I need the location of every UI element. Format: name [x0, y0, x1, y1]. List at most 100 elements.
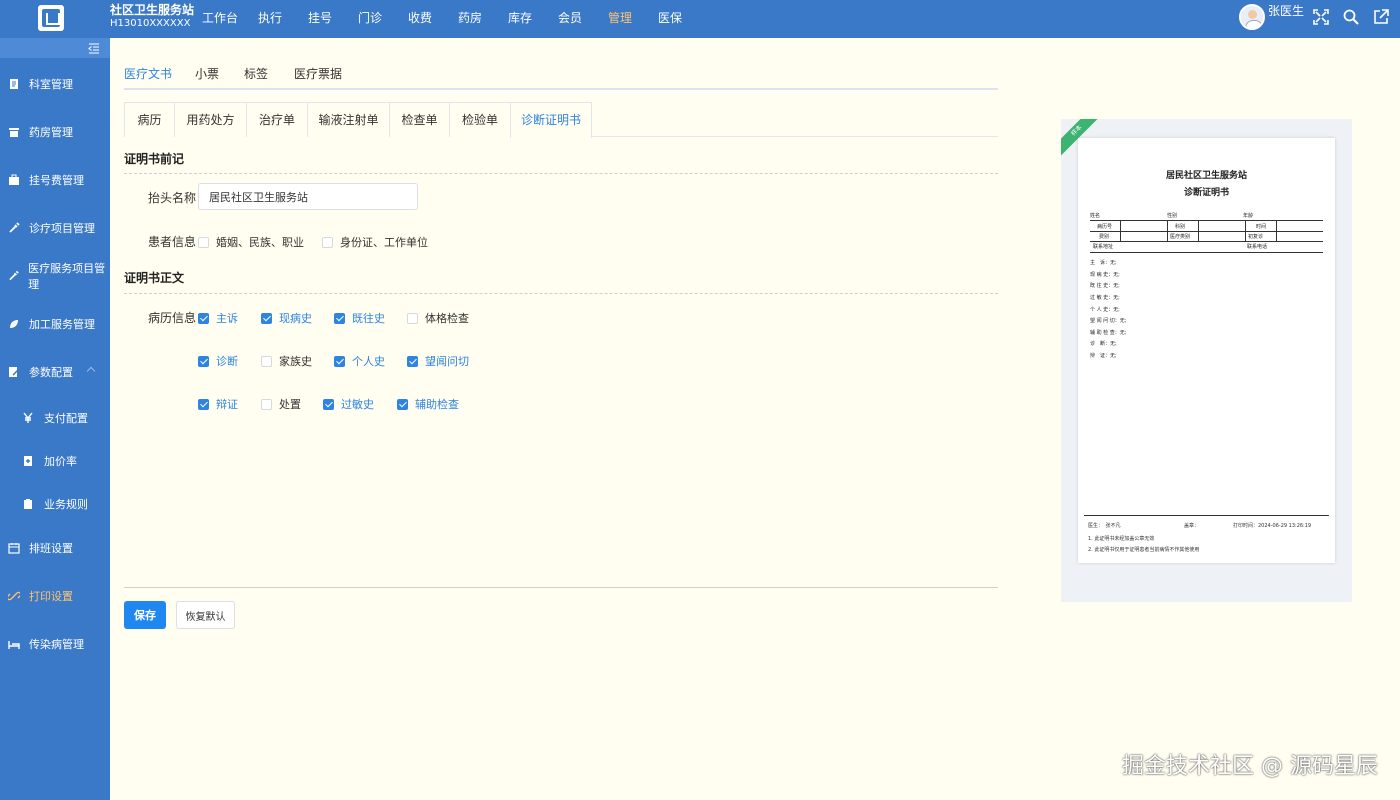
tab-medical-record[interactable]: 病历 — [124, 102, 175, 137]
tab-infusion-sheet[interactable]: 输液注射单 — [307, 102, 390, 137]
org-info: 社区卫生服务站 H13010XXXXXX — [110, 4, 194, 30]
checkbox-personal-history[interactable]: 个人史 — [334, 353, 385, 369]
main-tabs: 医疗文书 小票 标签 医疗票据 — [124, 62, 998, 90]
save-button[interactable]: 保存 — [124, 601, 166, 629]
sidebar-item-department[interactable]: 科室管理 — [0, 74, 110, 94]
sidebar-item-label: 诊疗项目管理 — [29, 222, 95, 235]
sidebar-collapse-toggle[interactable] — [0, 38, 110, 58]
cell-phone: 联系电话 — [1247, 244, 1268, 250]
checkbox-present-illness[interactable]: 现病史 — [261, 310, 312, 326]
nav-item-registration[interactable]: 挂号 — [295, 0, 345, 38]
sidebar-item-label: 挂号费管理 — [29, 174, 84, 187]
sidebar-item-markup-rate[interactable]: 加价率 — [0, 451, 110, 471]
nav-item-charge[interactable]: 收费 — [395, 0, 445, 38]
nav-item-inventory[interactable]: 库存 — [495, 0, 545, 38]
search-icon[interactable] — [1342, 8, 1360, 26]
tab-diagnosis-certificate[interactable]: 诊断证明书 — [510, 102, 592, 138]
nav-item-member[interactable]: 会员 — [545, 0, 595, 38]
header-name-input[interactable] — [198, 183, 418, 210]
checkbox-past-history[interactable]: 既往史 — [334, 310, 385, 326]
field-line: 辩 证：无; — [1090, 353, 1117, 359]
user-name: 张医生 — [1267, 4, 1304, 18]
field-line: 诊 断：无; — [1090, 341, 1117, 347]
cell-visit: 初复诊 — [1248, 234, 1264, 240]
leaf-icon — [10, 320, 18, 328]
restore-default-button[interactable]: 恢复默认 — [176, 601, 235, 629]
sidebar-item-infectious-disease[interactable]: 传染病管理 — [0, 634, 110, 654]
print-time: 打印时间：2024-06-29 13:26:19 — [1233, 523, 1312, 529]
wallet-icon — [9, 174, 19, 185]
sidebar-item-label: 药房管理 — [29, 126, 73, 139]
note-line: 2. 此证明书仅用于证明患者当前病情不作其他使用 — [1088, 547, 1200, 553]
section-title-body: 证明书正文 — [124, 271, 185, 285]
checkbox-label: 个人史 — [352, 355, 385, 368]
sidebar-item-label: 加工服务管理 — [29, 318, 95, 331]
nav-item-pharmacy[interactable]: 药房 — [445, 0, 495, 38]
app-logo[interactable] — [38, 5, 64, 31]
sidebar-item-label: 参数配置 — [29, 366, 73, 379]
tab-exam-sheet[interactable]: 检查单 — [389, 102, 450, 137]
cell-record-no: 病历号 — [1097, 224, 1113, 230]
nav-item-workbench[interactable]: 工作台 — [195, 0, 245, 38]
sidebar-item-business-rules[interactable]: 业务规则 — [0, 494, 110, 514]
tab-label[interactable]: 标签 — [244, 65, 268, 82]
nav-item-execute[interactable]: 执行 — [245, 0, 295, 38]
checkbox-label: 处置 — [279, 398, 301, 411]
field-line: 既 往 史：无; — [1090, 283, 1120, 289]
org-code: H13010XXXXXX — [110, 18, 191, 29]
tab-medical-documents[interactable]: 医疗文书 — [124, 65, 172, 82]
checkbox-physical-exam[interactable]: 体格检查 — [407, 310, 469, 326]
tab-receipt[interactable]: 小票 — [195, 65, 219, 82]
top-bar: 社区卫生服务站 H13010XXXXXX 工作台 执行 挂号 门诊 收费 药房 … — [0, 0, 1400, 38]
sidebar-item-treatment-items[interactable]: 诊疗项目管理 — [0, 218, 110, 238]
tab-treatment-sheet[interactable]: 治疗单 — [246, 102, 308, 137]
sidebar-item-label: 业务规则 — [44, 498, 88, 511]
sidebar-item-registration-fee[interactable]: 挂号费管理 — [0, 170, 110, 190]
checkbox-box — [407, 312, 418, 324]
checkbox-box — [323, 398, 334, 410]
checkbox-box — [397, 398, 408, 410]
checkbox-syndrome-differentiation[interactable]: 辩证 — [198, 396, 238, 412]
seal-label: 盖章： — [1184, 523, 1200, 529]
link-icon — [8, 591, 20, 601]
checkbox-disposal[interactable]: 处置 — [261, 396, 301, 412]
checkbox-auxiliary-exam[interactable]: 辅助检查 — [397, 396, 459, 412]
tab-lab-sheet[interactable]: 检验单 — [449, 102, 511, 137]
paper-footer-divider — [1084, 515, 1329, 516]
sidebar-item-scheduling[interactable]: 排班设置 — [0, 538, 110, 558]
checkbox-allergy-history[interactable]: 过敏史 — [323, 396, 374, 412]
checkbox-label: 婚姻、民族、职业 — [216, 236, 304, 249]
external-link-icon[interactable] — [1372, 8, 1390, 26]
paper-doc-title: 诊断证明书 — [1183, 188, 1229, 198]
checkbox-box — [407, 355, 418, 367]
sidebar-item-processing-service[interactable]: 加工服务管理 — [0, 314, 110, 334]
tab-medical-invoice[interactable]: 医疗票据 — [294, 65, 342, 82]
checkbox-four-diagnostics[interactable]: 望闻问切 — [407, 353, 469, 369]
divider — [124, 587, 998, 588]
bed-icon — [8, 641, 20, 649]
checkbox-diagnosis[interactable]: 诊断 — [198, 353, 238, 369]
nav-item-outpatient[interactable]: 门诊 — [345, 0, 395, 38]
checkbox-marriage-ethnicity-occupation[interactable]: 婚姻、民族、职业 — [198, 234, 304, 250]
checkbox-family-history[interactable]: 家族史 — [261, 353, 312, 369]
sidebar-item-label: 科室管理 — [29, 78, 73, 91]
tab-prescription[interactable]: 用药处方 — [174, 102, 247, 137]
checkbox-id-workplace[interactable]: 身份证、工作单位 — [322, 234, 428, 250]
checkbox-chief-complaint[interactable]: 主诉 — [198, 310, 238, 326]
sidebar-item-label: 支付配置 — [44, 412, 88, 425]
user-menu[interactable]: 张医生 — [1238, 4, 1304, 30]
sidebar-item-medical-service[interactable]: 医疗服务项目管理 — [0, 262, 110, 291]
field-line: 过 敏 史：无; — [1090, 295, 1120, 301]
sidebar-item-print-settings[interactable]: 打印设置 — [0, 586, 110, 606]
nav-item-manage[interactable]: 管理 — [595, 0, 645, 38]
print-preview: 样本 居民社区卫生服务站 诊断证明书 姓名 性别 年龄 病历号 科别 时间 费别… — [1061, 119, 1352, 602]
sidebar-item-pharmacy[interactable]: 药房管理 — [0, 122, 110, 142]
trash-box-icon — [9, 128, 19, 137]
cell-dept: 科别 — [1175, 224, 1186, 230]
fullscreen-icon[interactable] — [1312, 8, 1330, 26]
divider — [124, 173, 998, 174]
sidebar-item-payment-config[interactable]: 支付配置 — [0, 408, 110, 428]
nav-item-insurance[interactable]: 医保 — [645, 0, 695, 38]
sidebar-item-parameter-config[interactable]: 参数配置 — [0, 362, 110, 382]
checkbox-label: 现病史 — [279, 312, 312, 325]
